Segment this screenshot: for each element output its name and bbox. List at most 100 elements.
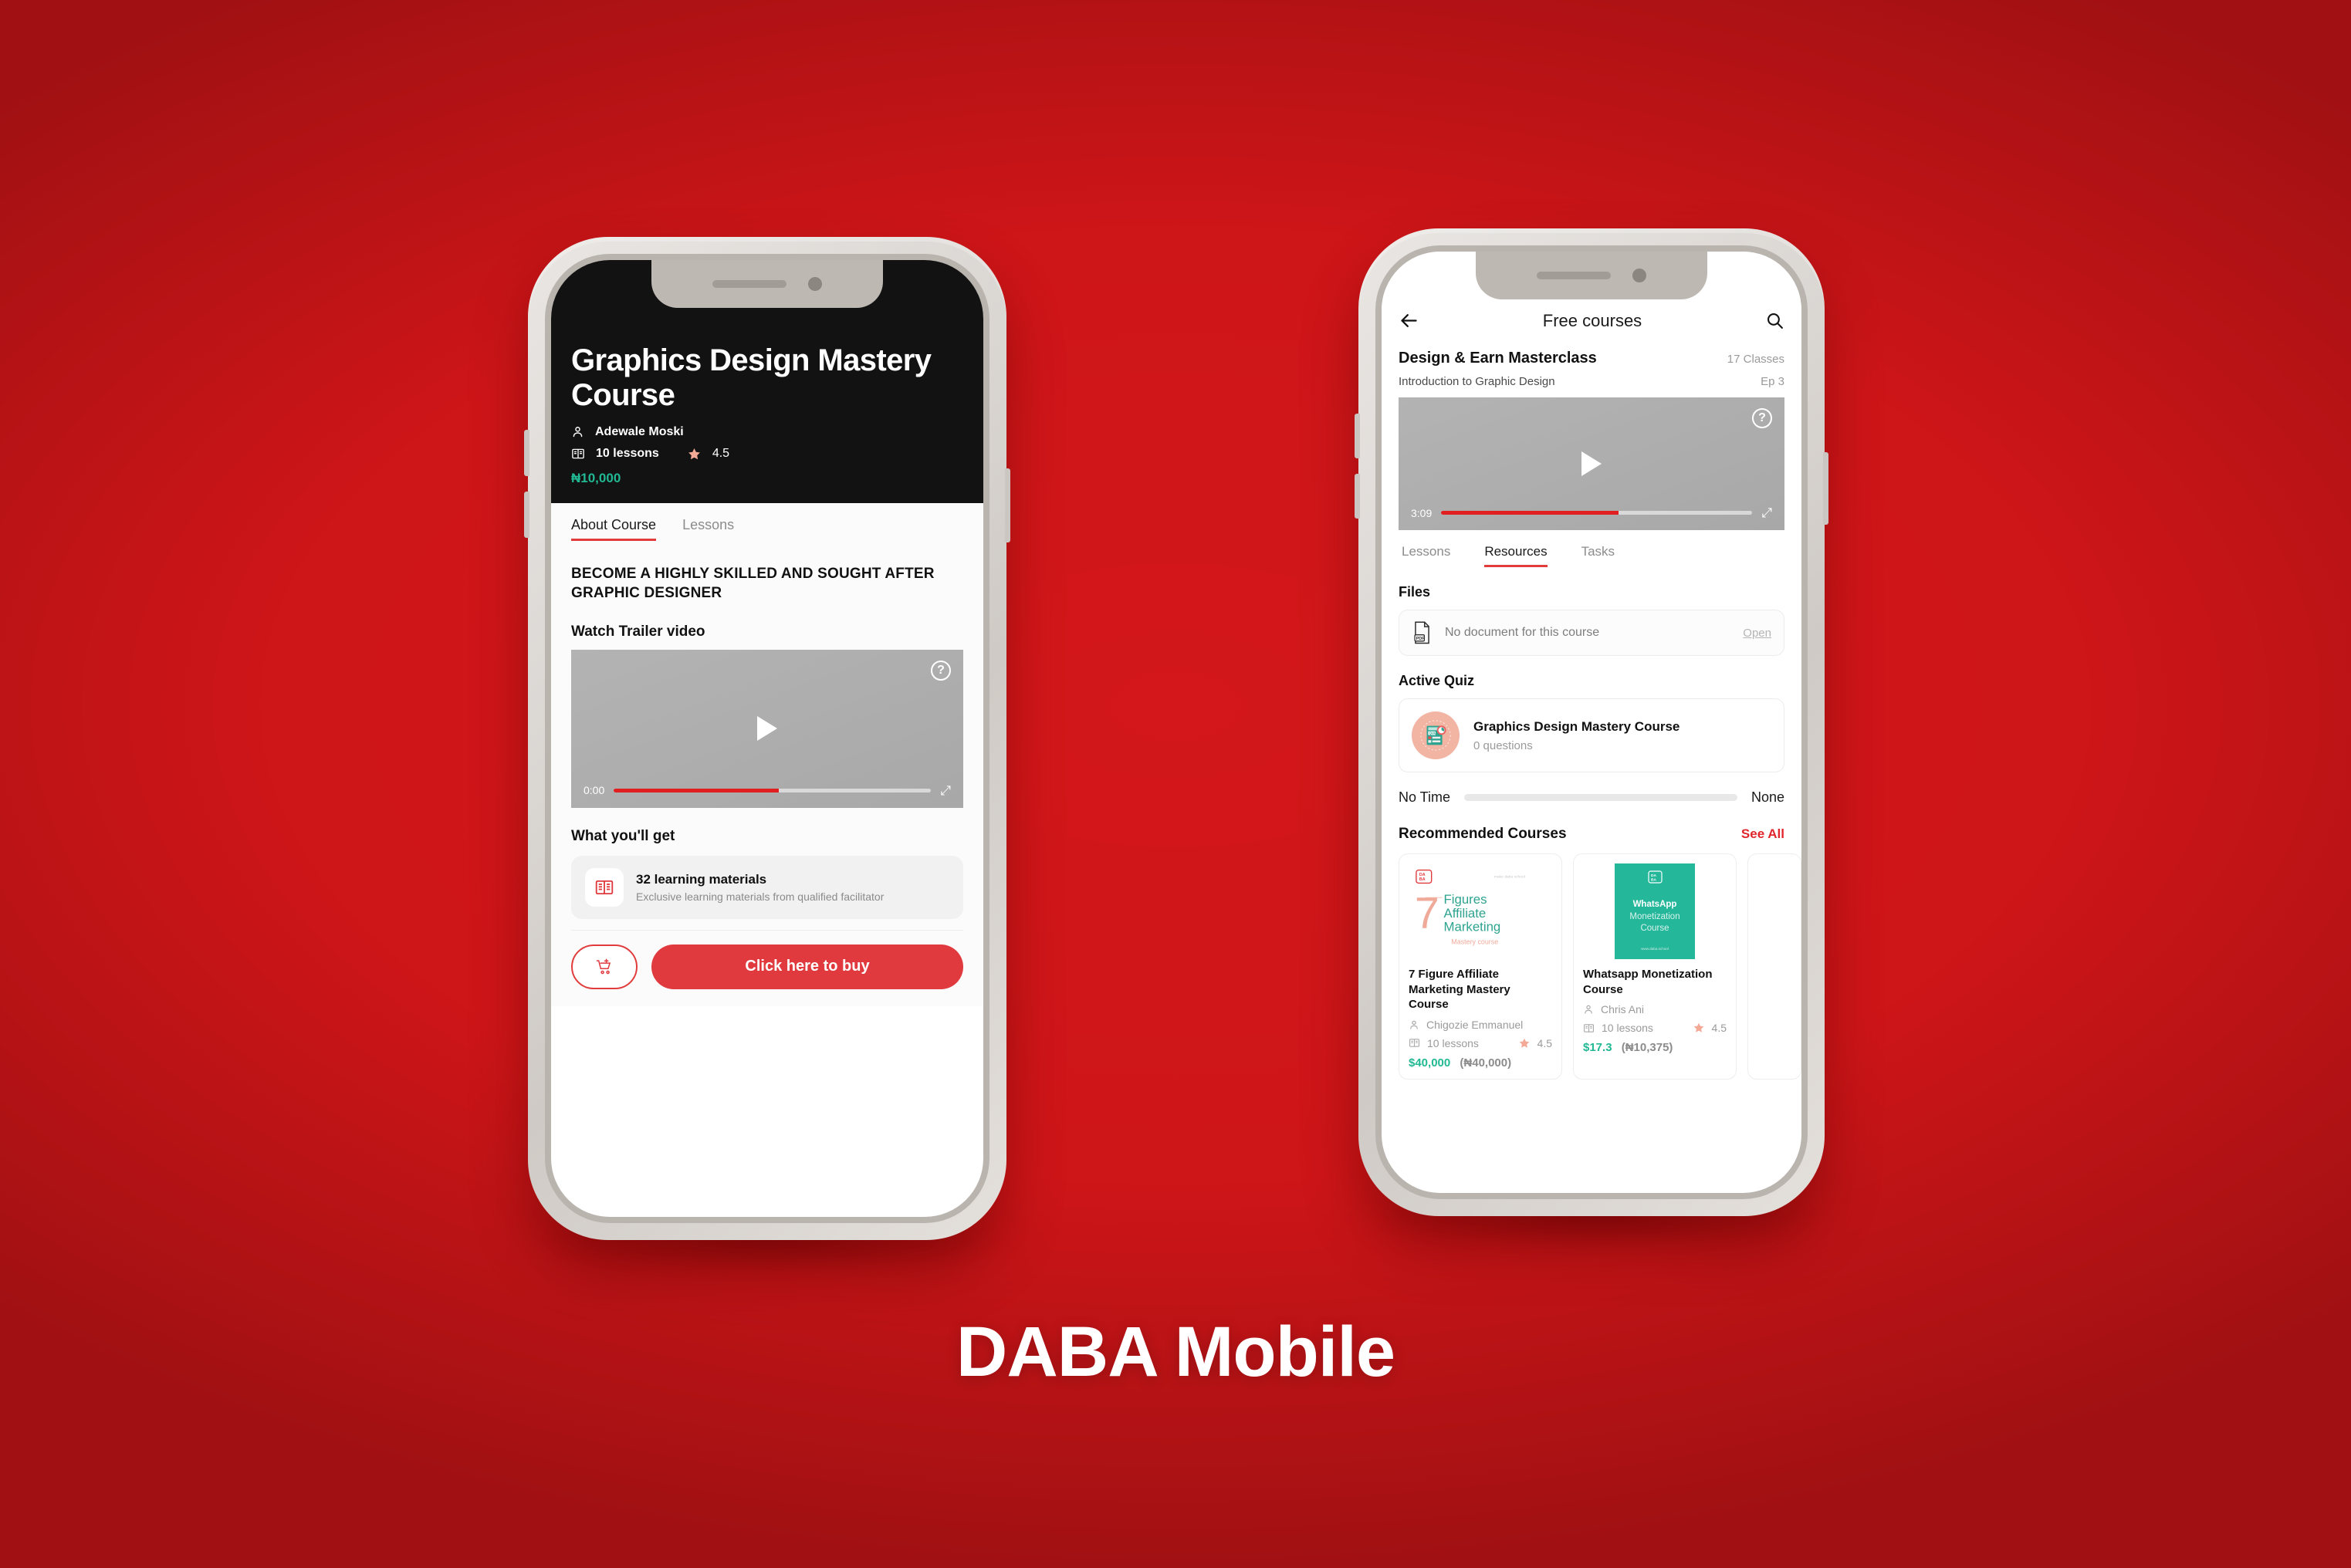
video-controls: 3:09 ⤢ <box>1411 506 1772 519</box>
star-icon <box>687 447 702 461</box>
course-card-instructor: Chris Ani <box>1601 1003 1645 1015</box>
svg-text:make daba school: make daba school <box>1494 874 1525 879</box>
course-card-price-ngn: (₦40,000) <box>1460 1056 1512 1070</box>
tab-tasks[interactable]: Tasks <box>1581 544 1615 567</box>
tab-about-course[interactable]: About Course <box>571 517 657 541</box>
phone-device-left: Graphics Design Mastery Course Adewale M… <box>524 237 1010 1240</box>
tab-lessons[interactable]: Lessons <box>1402 544 1450 567</box>
episode-number: Ep 3 <box>1761 375 1784 388</box>
course-card[interactable]: DA BA make daba school 7 Figures Affilia… <box>1399 853 1562 1080</box>
course-card-instructor-row: Chris Ani <box>1583 1003 1727 1015</box>
purchase-footer: Click here to buy <box>571 929 963 1006</box>
phone2-screen: Free courses Design & Earn Masterclass 1… <box>1382 252 1801 1193</box>
course-card-stats-row: 10 lessons 4.5 <box>1583 1022 1727 1034</box>
course-card-price-row: $40,000 (₦40,000) <box>1409 1056 1552 1070</box>
phone2-volume-down-button[interactable] <box>1355 474 1360 519</box>
quiz-question-count: 0 questions <box>1473 738 1533 752</box>
svg-text:Mastery course: Mastery course <box>1451 938 1498 946</box>
recommended-heading: Recommended Courses <box>1399 826 1567 842</box>
svg-text:WhatsApp: WhatsApp <box>1633 900 1677 909</box>
course-card-price-usd: $40,000 <box>1409 1056 1451 1070</box>
page-title: Free courses <box>1542 310 1642 330</box>
quiz-list-item[interactable]: QUIZ Graphics Design Mastery Course 0 qu… <box>1399 698 1784 772</box>
course-title: Design & Earn Masterclass <box>1399 350 1597 367</box>
course-body: About Course Lessons BECOME A HIGHLY SKI… <box>551 502 983 1006</box>
earpiece-speaker <box>712 280 786 288</box>
lessons-count: 10 lessons <box>596 447 659 461</box>
episode-row: Introduction to Graphic Design Ep 3 <box>1399 367 1784 388</box>
course-card-price-usd: $17.3 <box>1583 1041 1612 1054</box>
svg-text:DA: DA <box>1651 874 1656 878</box>
front-camera <box>808 277 822 291</box>
recommended-header: Recommended Courses See All <box>1399 826 1784 843</box>
resource-tabs: Lessons Resources Tasks <box>1399 544 1784 567</box>
buy-button[interactable]: Click here to buy <box>651 944 963 989</box>
course-card-instructor: Chigozie Emmanuel <box>1426 1018 1524 1031</box>
tab-lessons[interactable]: Lessons <box>682 517 734 541</box>
phone2-bezel: Free courses Design & Earn Masterclass 1… <box>1375 245 1808 1199</box>
phone1-screen: Graphics Design Mastery Course Adewale M… <box>551 260 983 1217</box>
see-all-link[interactable]: See All <box>1741 826 1784 842</box>
tab-resources[interactable]: Resources <box>1484 544 1548 567</box>
trailer-heading: Watch Trailer video <box>571 623 705 640</box>
course-class-count: 17 Classes <box>1727 353 1784 366</box>
phone1-power-button[interactable] <box>1005 468 1010 542</box>
benefit-text-group: 32 learning materials Exclusive learning… <box>636 872 884 903</box>
open-book-icon <box>585 867 624 907</box>
course-card-lessons: 10 lessons <box>1602 1022 1653 1034</box>
phone1-volume-up-button[interactable] <box>524 430 529 476</box>
phone1-bezel: Graphics Design Mastery Course Adewale M… <box>545 254 989 1223</box>
expand-icon[interactable]: ⤢ <box>1761 506 1772 519</box>
page-title: Graphics Design Mastery Course <box>571 343 932 412</box>
add-to-cart-button[interactable] <box>571 944 638 989</box>
svg-text:BA: BA <box>1651 877 1656 882</box>
active-quiz-heading: Active Quiz <box>1399 673 1475 688</box>
phone1-volume-down-button[interactable] <box>524 492 529 538</box>
video-controls: 0:00 ⤢ <box>584 784 951 797</box>
course-header-row: Design & Earn Masterclass 17 Classes <box>1399 339 1784 367</box>
book-icon <box>571 447 585 461</box>
trailer-video-player[interactable]: ? 0:00 ⤢ <box>571 649 963 808</box>
svg-text:DA: DA <box>1419 873 1426 877</box>
star-icon <box>1693 1022 1705 1034</box>
open-file-link[interactable]: Open <box>1743 627 1771 640</box>
quiz-time-track[interactable] <box>1464 794 1737 801</box>
play-icon[interactable] <box>757 716 777 741</box>
instructor-name: Adewale Moski <box>595 424 684 438</box>
person-icon <box>1583 1004 1594 1015</box>
file-list-item[interactable]: PDF No document for this course Open <box>1399 610 1784 656</box>
what-you-get-heading: What you'll get <box>571 827 675 844</box>
svg-text:BA: BA <box>1419 877 1426 882</box>
course-card-title: 7 Figure Affiliate Marketing Mastery Cou… <box>1409 968 1510 1011</box>
question-mark-icon[interactable]: ? <box>931 660 951 681</box>
course-card[interactable]: DA BA WhatsApp Monetization Course www.d… <box>1573 853 1737 1080</box>
lesson-video-player[interactable]: ? 3:09 ⤢ <box>1399 397 1784 530</box>
course-price: ₦10,000 <box>571 470 621 485</box>
svg-text:7: 7 <box>1415 889 1439 938</box>
video-progress-track[interactable] <box>1441 511 1753 515</box>
person-icon <box>1409 1019 1419 1030</box>
play-icon[interactable] <box>1581 451 1602 476</box>
caption-title: DABA Mobile <box>956 1313 1395 1391</box>
question-mark-icon[interactable]: ? <box>1752 408 1772 428</box>
course-card-lessons: 10 lessons <box>1427 1036 1479 1049</box>
phone2-notch <box>1476 252 1707 299</box>
course-tabs: About Course Lessons <box>571 503 963 542</box>
quiz-time-value: None <box>1751 789 1784 805</box>
phone2-volume-up-button[interactable] <box>1355 414 1360 458</box>
book-icon <box>1583 1022 1595 1034</box>
recommended-courses-carousel[interactable]: DA BA make daba school 7 Figures Affilia… <box>1399 853 1801 1080</box>
phone2-power-button[interactable] <box>1823 452 1828 525</box>
svg-text:QUIZ: QUIZ <box>1429 732 1437 735</box>
phone1-notch <box>651 260 883 308</box>
svg-text:Affiliate: Affiliate <box>1444 906 1487 921</box>
arrow-left-icon[interactable] <box>1399 310 1419 331</box>
quiz-time-row: No Time None <box>1399 789 1784 806</box>
quiz-title: Graphics Design Mastery Course <box>1473 718 1680 734</box>
expand-icon[interactable]: ⤢ <box>940 784 951 797</box>
course-card-partial[interactable] <box>1747 853 1801 1080</box>
benefit-subtitle: Exclusive learning materials from qualif… <box>636 890 885 903</box>
svg-text:Marketing: Marketing <box>1444 920 1501 934</box>
video-progress-track[interactable] <box>614 788 932 792</box>
search-icon[interactable] <box>1765 311 1784 330</box>
